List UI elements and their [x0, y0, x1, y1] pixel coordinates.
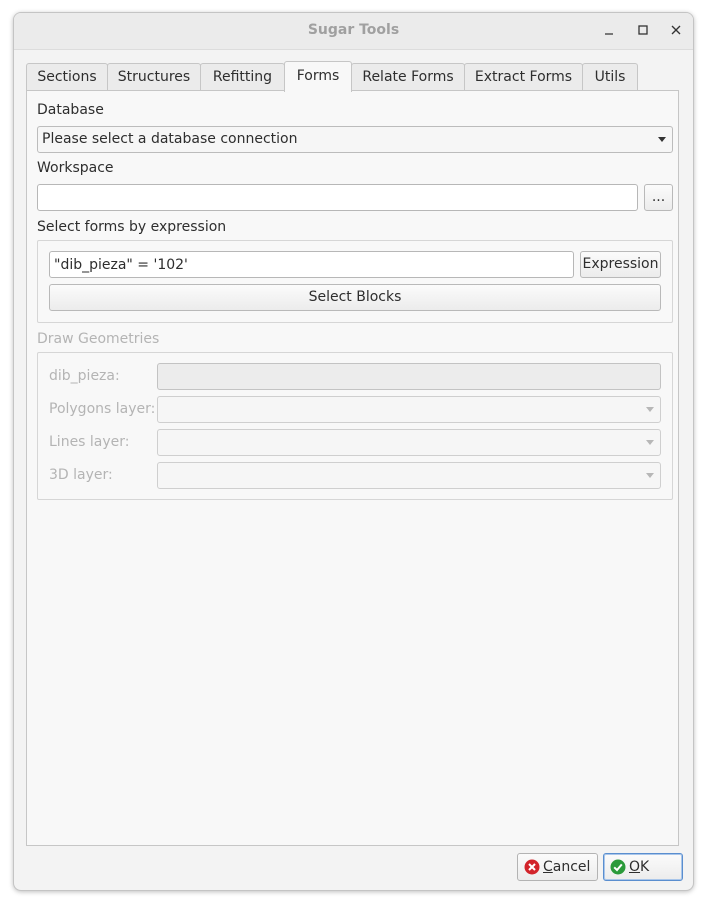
chevron-down-icon — [646, 473, 654, 478]
ok-check-icon — [610, 859, 626, 875]
cancel-button[interactable]: Cancel — [517, 853, 598, 881]
cancel-icon — [524, 859, 540, 875]
window-title: Sugar Tools — [307, 22, 400, 38]
3d-layer-combobox — [157, 462, 661, 489]
select-blocks-button[interactable]: Select Blocks — [49, 284, 661, 311]
dib-pieza-field — [157, 363, 661, 390]
browse-workspace-button[interactable]: ... — [644, 184, 673, 211]
tab-forms[interactable]: Forms — [284, 61, 352, 92]
cancel-button-label: Cancel — [543, 859, 591, 875]
workspace-label: Workspace — [37, 160, 114, 176]
database-combobox[interactable]: Please select a database connection — [37, 126, 673, 153]
tab-extract-forms[interactable]: Extract Forms — [464, 63, 583, 91]
expression-button[interactable]: Expression — [580, 251, 661, 278]
chevron-down-icon — [658, 137, 666, 142]
ok-button[interactable]: OK — [603, 853, 683, 881]
dib-pieza-label: dib_pieza: — [49, 368, 120, 384]
ok-button-label: OK — [629, 859, 650, 875]
lines-layer-combobox — [157, 429, 661, 456]
tab-structures[interactable]: Structures — [107, 63, 201, 91]
tab-relate-forms[interactable]: Relate Forms — [351, 63, 465, 91]
close-icon[interactable] — [665, 21, 687, 41]
maximize-icon[interactable] — [632, 21, 654, 41]
expression-input[interactable] — [49, 251, 574, 278]
tab-refitting[interactable]: Refitting — [200, 63, 285, 91]
lines-layer-label: Lines layer: — [49, 434, 130, 450]
polygons-layer-combobox — [157, 396, 661, 423]
draw-geometries-group-label: Draw Geometries — [37, 331, 160, 347]
forms-tab-panel: Database Please select a database connec… — [26, 90, 679, 846]
database-label: Database — [37, 102, 104, 118]
chevron-down-icon — [646, 440, 654, 445]
3d-layer-label: 3D layer: — [49, 467, 113, 483]
tab-utils[interactable]: Utils — [582, 63, 638, 91]
tab-sections[interactable]: Sections — [26, 63, 108, 91]
chevron-down-icon — [646, 407, 654, 412]
database-selected-value: Please select a database connection — [42, 131, 298, 147]
workspace-input[interactable] — [37, 184, 638, 211]
select-forms-group-label: Select forms by expression — [37, 219, 227, 235]
sugar-tools-dialog: Sugar Tools Sections Structures Refittin… — [13, 12, 694, 891]
title-bar[interactable]: Sugar Tools — [14, 13, 693, 50]
polygons-layer-label: Polygons layer: — [49, 401, 156, 417]
minimize-icon[interactable] — [598, 21, 620, 41]
